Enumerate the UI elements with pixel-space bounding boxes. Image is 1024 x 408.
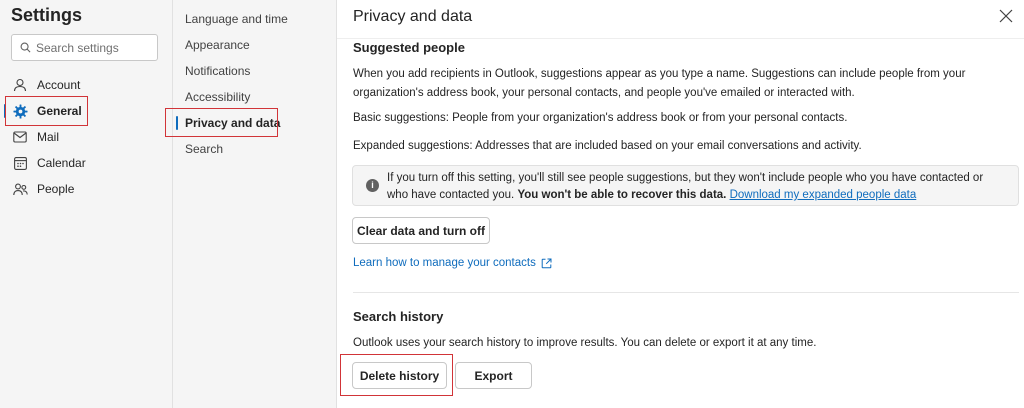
sidebar-item-people[interactable]: People <box>0 176 173 202</box>
suggested-people-heading: Suggested people <box>353 40 465 55</box>
info-message-warning: You won't be able to recover this data. <box>517 189 727 201</box>
page-title: Privacy and data <box>353 8 473 25</box>
suggested-people-description: When you add recipients in Outlook, sugg… <box>353 68 966 99</box>
subnav-list: Language and time Appearance Notificatio… <box>173 6 337 162</box>
subnav-item-language-and-time[interactable]: Language and time <box>173 6 337 32</box>
subnav-item-notifications[interactable]: Notifications <box>173 58 337 84</box>
info-message-text: If you turn off this setting, you'll sti… <box>387 170 1007 204</box>
learn-manage-contacts-link[interactable]: Learn how to manage your contacts <box>353 257 552 269</box>
settings-title: Settings <box>11 5 83 25</box>
section-divider <box>353 292 1019 293</box>
search-settings-input[interactable] <box>36 40 146 55</box>
sidebar-item-label: Calendar <box>37 156 86 170</box>
settings-sidebar: Settings Account <box>0 0 173 408</box>
sidebar-item-account[interactable]: Account <box>0 72 173 98</box>
sidebar-item-label: Mail <box>37 130 60 144</box>
subnav-item-accessibility[interactable]: Accessibility <box>173 84 337 110</box>
sidebar-item-mail[interactable]: Mail <box>0 124 173 150</box>
export-button[interactable]: Export <box>455 362 532 389</box>
gear-icon <box>12 103 28 119</box>
calendar-icon <box>12 155 28 171</box>
sidebar-item-label: People <box>37 182 75 196</box>
settings-nav: Account General Mail Calendar People <box>0 72 173 202</box>
expanded-suggestions-text: Expanded suggestions: Addresses that are… <box>353 140 862 152</box>
search-history-heading: Search history <box>353 309 444 324</box>
close-icon <box>999 9 1013 23</box>
people-icon <box>12 181 28 197</box>
info-message-box: i If you turn off this setting, you'll s… <box>352 165 1019 206</box>
search-icon <box>20 42 31 53</box>
basic-suggestions-text: Basic suggestions: People from your orga… <box>353 112 848 124</box>
sidebar-item-label: General <box>37 104 82 118</box>
external-link-icon <box>541 258 552 268</box>
sidebar-item-label: Account <box>37 78 81 92</box>
mail-icon <box>12 129 28 145</box>
general-subnav: Language and time Appearance Notificatio… <box>173 0 337 408</box>
clear-data-and-turn-off-button[interactable]: Clear data and turn off <box>352 217 490 244</box>
download-expanded-people-data-link[interactable]: Download my expanded people data <box>730 189 917 201</box>
search-history-description: Outlook uses your search history to impr… <box>353 337 817 349</box>
subnav-item-search[interactable]: Search <box>173 136 337 162</box>
info-icon: i <box>366 179 379 192</box>
search-settings-box[interactable] <box>11 34 158 61</box>
privacy-and-data-pane: Privacy and data Suggested people When y… <box>337 0 1024 408</box>
subnav-item-appearance[interactable]: Appearance <box>173 32 337 58</box>
sidebar-item-general[interactable]: General <box>0 98 173 124</box>
header-divider <box>337 38 1024 39</box>
learn-manage-contacts-label: Learn how to manage your contacts <box>353 257 536 269</box>
person-icon <box>12 77 28 93</box>
delete-history-button[interactable]: Delete history <box>352 362 447 389</box>
sidebar-item-calendar[interactable]: Calendar <box>0 150 173 176</box>
subnav-item-privacy-and-data[interactable]: Privacy and data <box>173 110 337 136</box>
close-button[interactable] <box>996 6 1016 26</box>
